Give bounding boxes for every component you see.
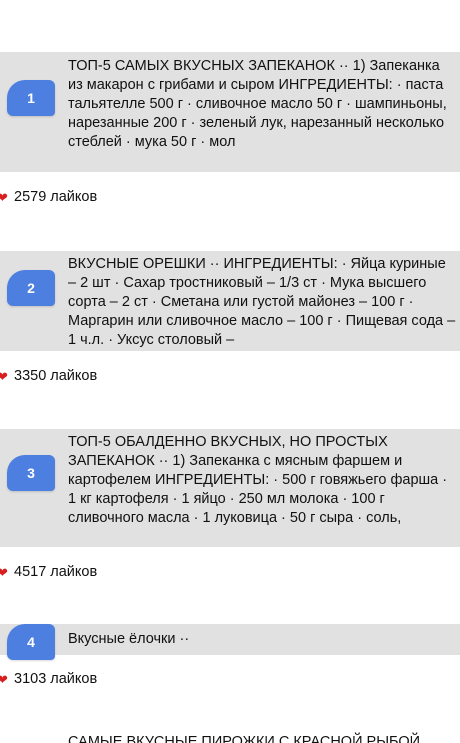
heart-icon: ❤ (0, 189, 8, 205)
post-text[interactable]: ТОП-5 ОБАЛДЕННО ВКУСНЫХ, НО ПРОСТЫХ ЗАПЕ… (68, 433, 456, 528)
rank-badge: 4 (7, 624, 55, 660)
post-text[interactable]: Вкусные ёлочки ·· (68, 630, 456, 649)
likes-label: 3103 лайков (14, 671, 98, 687)
rank-badge: 2 (7, 270, 55, 306)
rank-badge: 3 (7, 455, 55, 491)
feed: 1 ТОП-5 САМЫХ ВКУСНЫХ ЗАПЕКАНОК ·· 1) За… (0, 0, 460, 743)
likes-label: 3350 лайков (14, 368, 98, 384)
heart-icon: ❤ (0, 368, 8, 384)
post-text[interactable]: ТОП-5 САМЫХ ВКУСНЫХ ЗАПЕКАНОК ·· 1) Запе… (68, 57, 456, 152)
likes-label: 2579 лайков (14, 189, 98, 205)
heart-icon: ❤ (0, 671, 8, 687)
heart-icon: ❤ (0, 564, 8, 580)
likes-count: ❤ 3350 лайков (0, 368, 97, 384)
likes-count: ❤ 2579 лайков (0, 189, 97, 205)
post-text[interactable]: ВКУСНЫЕ ОРЕШКИ ·· ИНГРЕДИЕНТЫ: · Яйца ку… (68, 255, 456, 350)
rank-badge: 1 (7, 80, 55, 116)
likes-count: ❤ 4517 лайков (0, 564, 97, 580)
next-post-title[interactable]: САМЫЕ ВКУСНЫЕ ПИРОЖКИ С КРАСНОЙ РЫБОЙ (68, 734, 420, 743)
likes-label: 4517 лайков (14, 564, 98, 580)
likes-count: ❤ 3103 лайков (0, 671, 97, 687)
